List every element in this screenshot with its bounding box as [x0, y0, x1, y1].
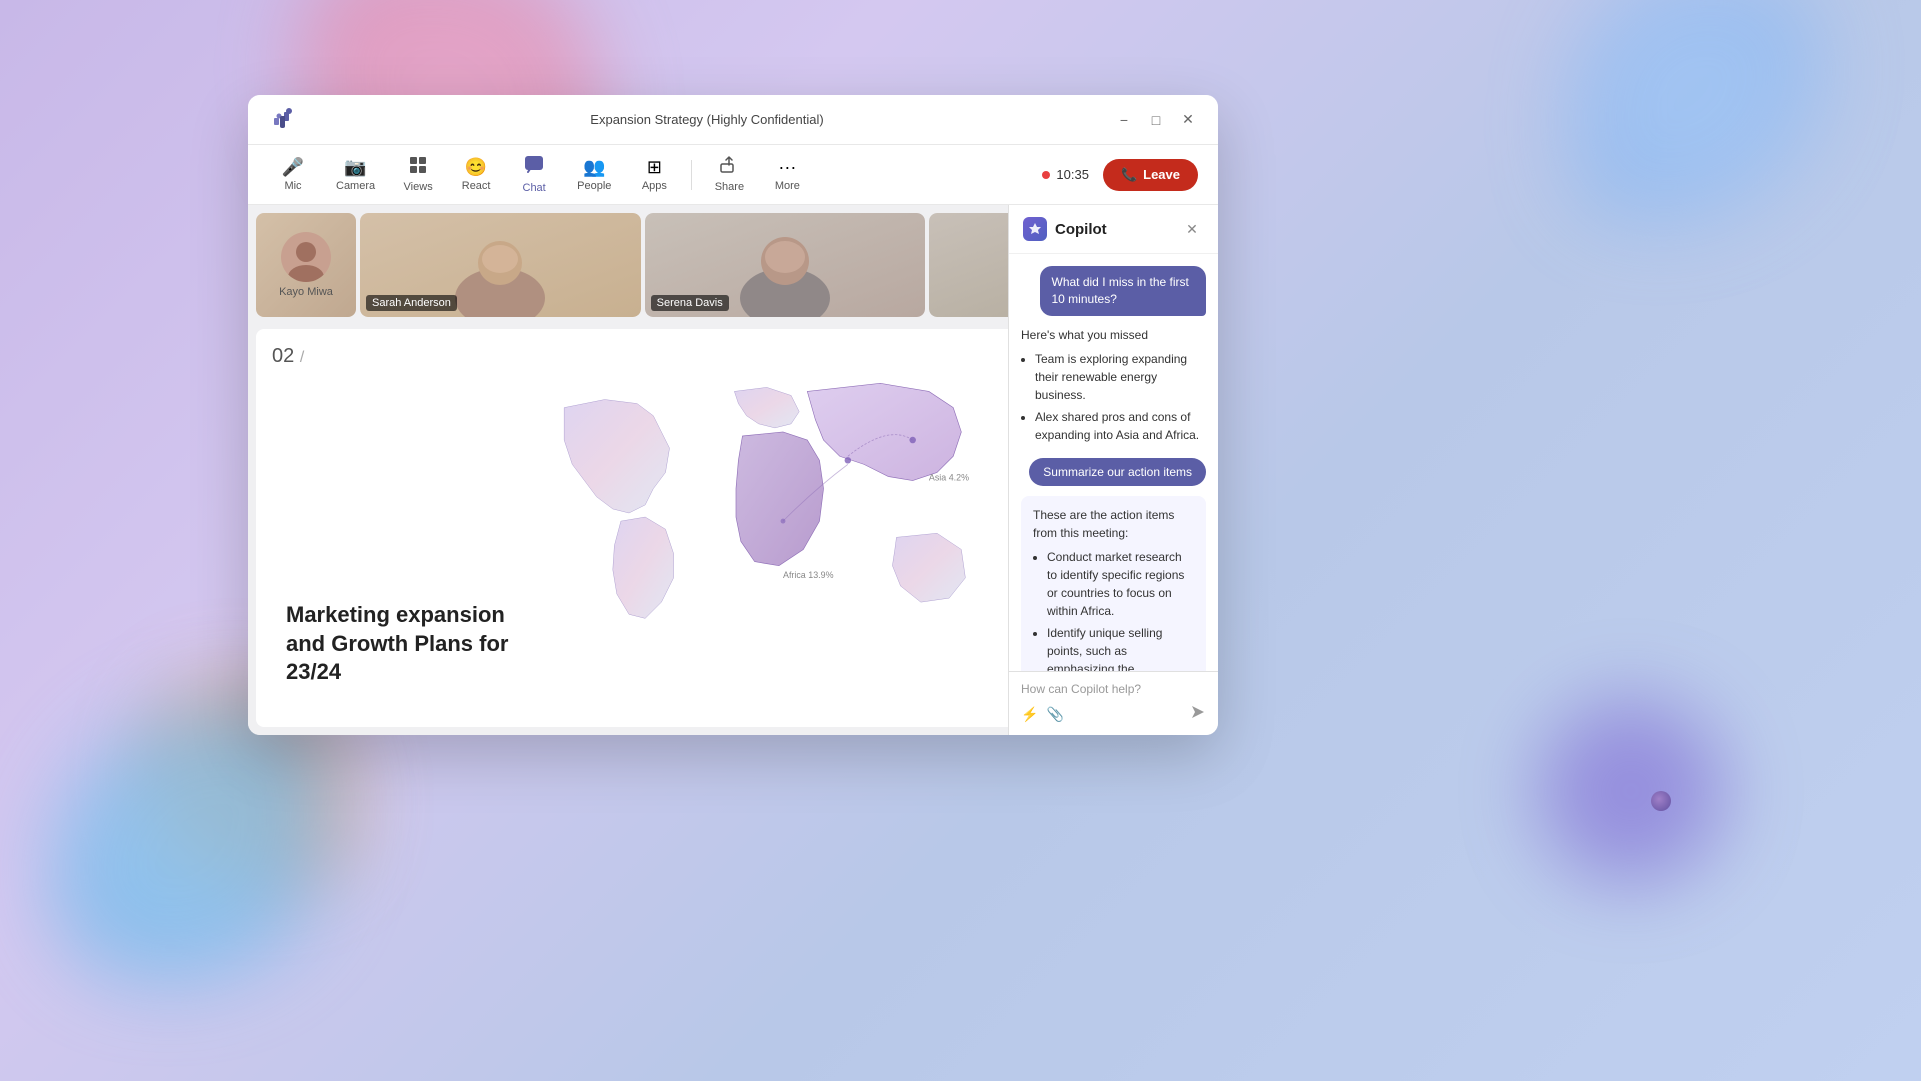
copilot-panel: Copilot ✕ What did I miss in the first 1… [1008, 205, 1218, 735]
svg-text:Africa 13.9%: Africa 13.9% [783, 570, 834, 580]
toolbar-share[interactable]: Share [704, 150, 754, 199]
maximize-button[interactable]: □ [1146, 110, 1166, 130]
action-items-box: These are the action items from this mee… [1021, 496, 1206, 671]
copilot-title-area: Copilot [1023, 217, 1107, 241]
svg-text:Asia 4.2%: Asia 4.2% [929, 473, 969, 483]
more-icon: ··· [778, 157, 796, 178]
toolbar-more[interactable]: ··· More [762, 151, 812, 198]
copilot-header: Copilot ✕ [1009, 205, 1218, 254]
name-kayo: Kayo Miwa [279, 286, 333, 298]
action-item-1: Conduct market research to identify spec… [1047, 548, 1194, 620]
copilot-body: What did I miss in the first 10 minutes?… [1009, 254, 1218, 671]
toolbar-mic[interactable]: 🎤 Mic [268, 151, 318, 198]
copilot-close-button[interactable]: ✕ [1180, 217, 1204, 241]
action-item-2: Identify unique selling points, such as … [1047, 624, 1194, 671]
mic-label: Mic [284, 180, 301, 192]
call-timer: 10:35 [1042, 167, 1089, 182]
name-sarah: Sarah Anderson [366, 295, 457, 311]
input-icons: ⚡ 📎 [1021, 706, 1064, 723]
share-icon [720, 156, 738, 179]
teams-logo-area [268, 104, 300, 136]
copilot-response: Here's what you missed Team is exploring… [1021, 326, 1206, 448]
people-icon: 👥 [583, 157, 605, 178]
response-bullets: Team is exploring expanding their renewa… [1021, 350, 1206, 444]
chat-icon [524, 155, 544, 180]
toolbar-people[interactable]: 👥 People [567, 151, 621, 198]
views-label: Views [404, 181, 433, 193]
react-icon: 😊 [465, 157, 487, 178]
window-controls: − □ ✕ [1114, 110, 1198, 130]
lightning-icon[interactable]: ⚡ [1021, 706, 1038, 723]
action-items-title: These are the action items from this mee… [1033, 506, 1194, 542]
copilot-title-text: Copilot [1055, 221, 1107, 238]
bullet-1: Team is exploring expanding their renewa… [1035, 350, 1206, 404]
summarize-action-items-button[interactable]: Summarize our action items [1029, 458, 1206, 486]
close-window-button[interactable]: ✕ [1178, 110, 1198, 130]
send-button[interactable] [1190, 704, 1206, 725]
toolbar-views[interactable]: Views [393, 150, 443, 199]
call-time: 10:35 [1056, 167, 1089, 182]
slide-number: 02 / [272, 345, 304, 368]
title-bar: Expansion Strategy (Highly Confidential)… [248, 95, 1218, 145]
window-title: Expansion Strategy (Highly Confidential) [590, 112, 823, 127]
chat-label: Chat [523, 182, 546, 194]
main-content: Kayo Miwa [248, 205, 1218, 735]
leave-button[interactable]: 📞 Leave [1103, 159, 1198, 191]
response-title: Here's what you missed [1021, 326, 1206, 344]
toolbar: 🎤 Mic 📷 Camera Views 😊 React Chat 👥 Peop… [248, 145, 1218, 205]
people-label: People [577, 180, 611, 192]
participant-kayo: Kayo Miwa [256, 213, 356, 317]
record-indicator [1042, 171, 1050, 179]
copilot-input-bar: ⚡ 📎 [1021, 704, 1206, 725]
participant-serena: Serena Davis [645, 213, 926, 317]
camera-icon: 📷 [344, 157, 366, 178]
share-label: Share [715, 181, 744, 193]
toolbar-camera[interactable]: 📷 Camera [326, 151, 385, 198]
teams-logo-icon [268, 104, 300, 136]
bullet-2: Alex shared pros and cons of expanding i… [1035, 408, 1206, 444]
apps-icon: ⊞ [647, 157, 662, 178]
views-icon [409, 156, 427, 179]
apps-label: Apps [642, 180, 667, 192]
action-items-list: Conduct market research to identify spec… [1033, 548, 1194, 671]
leave-phone-icon: 📞 [1121, 167, 1137, 183]
react-label: React [462, 180, 491, 192]
user-query-bubble: What did I miss in the first 10 minutes? [1040, 266, 1207, 316]
participant-sarah: Sarah Anderson [360, 213, 641, 317]
teams-window: Expansion Strategy (Highly Confidential)… [248, 95, 1218, 735]
toolbar-apps[interactable]: ⊞ Apps [629, 151, 679, 198]
attachment-icon[interactable]: 📎 [1046, 706, 1063, 723]
slide-title: Marketing expansionand Growth Plans for2… [286, 601, 508, 687]
avatar-kayo [281, 232, 331, 282]
camera-label: Camera [336, 180, 375, 192]
copilot-input-area: How can Copilot help? ⚡ 📎 [1009, 671, 1218, 735]
leave-label: Leave [1143, 167, 1180, 182]
more-label: More [775, 180, 800, 192]
name-serena: Serena Davis [651, 295, 729, 311]
toolbar-react[interactable]: 😊 React [451, 151, 501, 198]
input-placeholder: How can Copilot help? [1021, 682, 1206, 696]
minimize-button[interactable]: − [1114, 110, 1134, 130]
mic-icon: 🎤 [282, 157, 304, 178]
toolbar-separator [691, 160, 692, 190]
copilot-logo-icon [1023, 217, 1047, 241]
toolbar-chat[interactable]: Chat [509, 149, 559, 200]
